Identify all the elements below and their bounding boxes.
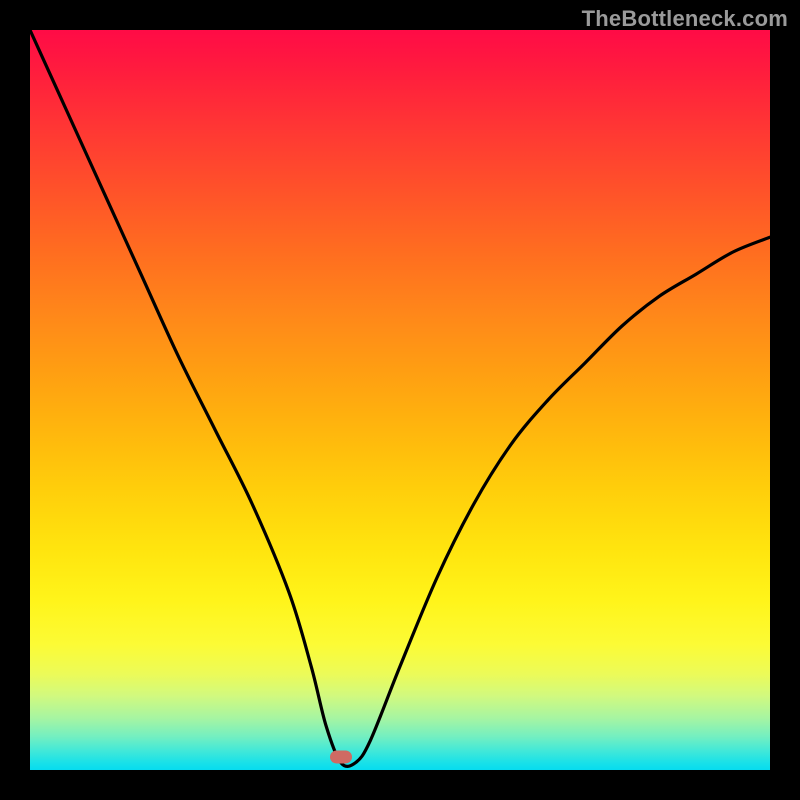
bottleneck-curve bbox=[30, 30, 770, 770]
chart-frame: TheBottleneck.com bbox=[0, 0, 800, 800]
optimal-point-marker bbox=[330, 750, 352, 763]
plot-area bbox=[30, 30, 770, 770]
watermark-text: TheBottleneck.com bbox=[582, 6, 788, 32]
